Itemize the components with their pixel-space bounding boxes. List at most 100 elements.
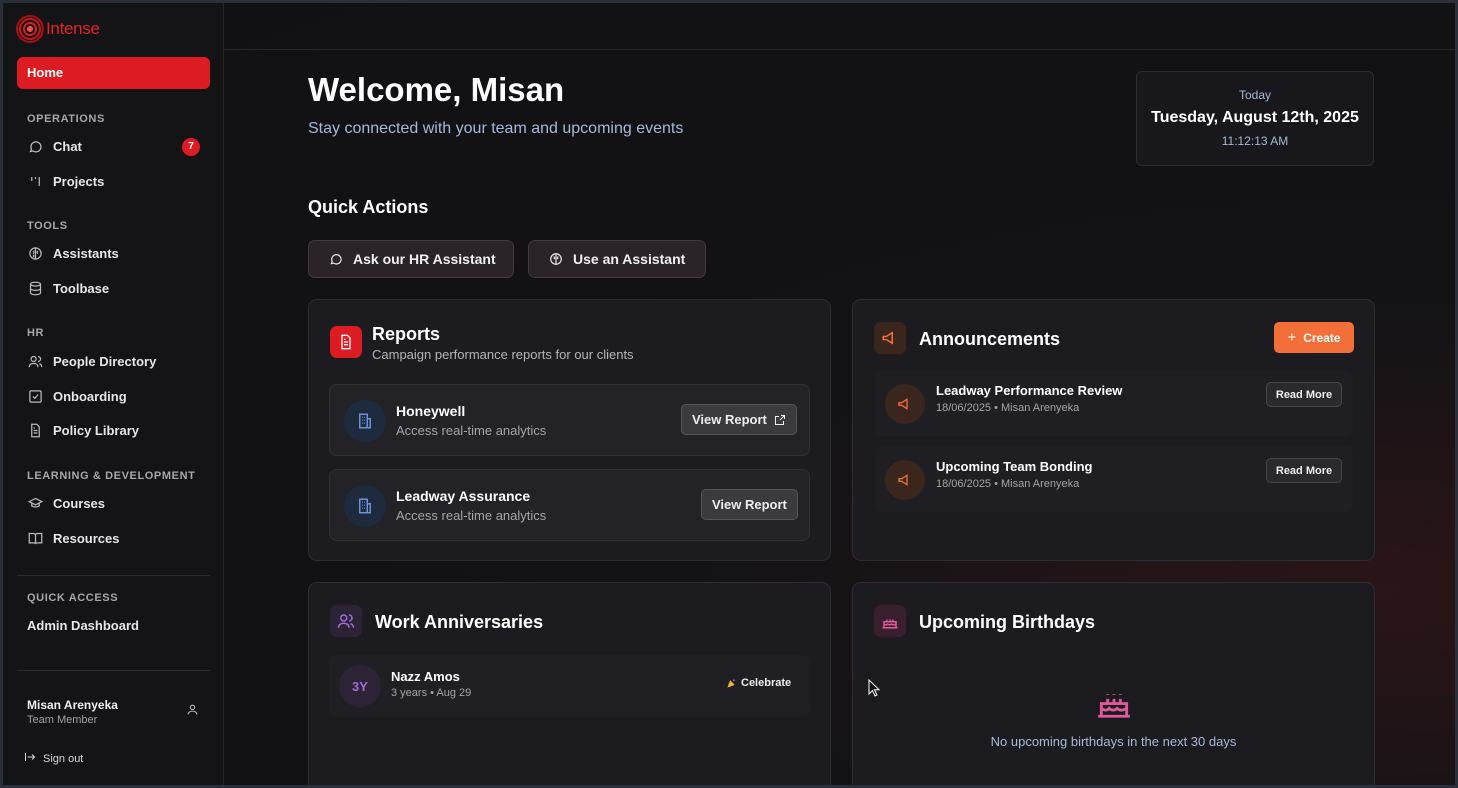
book-open-icon: [27, 530, 43, 546]
chat-unread-badge: 7: [182, 138, 200, 156]
mouse-cursor-icon: [868, 678, 881, 702]
report-client-desc: Access real-time analytics: [396, 423, 547, 438]
cake-icon: [1095, 683, 1133, 726]
button-label: Use an Assistant: [573, 251, 686, 267]
section-tools: TOOLS: [27, 220, 68, 232]
read-more-button[interactable]: Read More: [1266, 382, 1342, 407]
sidebar: Intense Home OPERATIONS Chat 7 Projects …: [3, 3, 224, 785]
report-client-desc: Access real-time analytics: [396, 508, 547, 523]
chat-bubble-icon: [27, 138, 43, 154]
sidebar-item-label: Projects: [53, 173, 105, 189]
users-icon: [330, 605, 362, 637]
report-item-leadway[interactable]: Leadway Assurance Access real-time analy…: [329, 469, 810, 541]
app-window: Intense Home OPERATIONS Chat 7 Projects …: [3, 3, 1455, 785]
megaphone-icon: [885, 460, 925, 500]
sidebar-item-onboarding[interactable]: Onboarding: [27, 385, 127, 407]
read-more-button[interactable]: Read More: [1266, 458, 1342, 483]
avatar: 3Y: [339, 665, 381, 707]
sidebar-item-chat[interactable]: Chat: [27, 135, 82, 157]
sidebar-divider: [17, 575, 210, 576]
today-date: Tuesday, August 12th, 2025: [1151, 109, 1359, 126]
megaphone-icon: [885, 384, 925, 424]
user-name: Misan Arenyeka: [27, 698, 118, 712]
today-date-card: Today Tuesday, August 12th, 2025 11:12:1…: [1136, 71, 1374, 166]
announcements-card: Announcements + Create Leadway Performan…: [852, 299, 1375, 561]
button-label: Ask our HR Assistant: [353, 251, 496, 267]
view-report-button[interactable]: View Report: [701, 489, 798, 520]
kanban-icon: [27, 173, 43, 189]
document-icon: [27, 422, 43, 438]
cake-icon: [874, 605, 906, 637]
user-profile-icon[interactable]: [186, 703, 199, 721]
ask-hr-assistant-button[interactable]: Ask our HR Assistant: [308, 240, 514, 278]
building-icon: [344, 485, 386, 527]
sidebar-item-label: Toolbase: [53, 280, 110, 296]
announcement-meta: 18/06/2025 • Misan Arenyeka: [936, 402, 1080, 414]
announcement-item[interactable]: Upcoming Team Bonding 18/06/2025 • Misan…: [875, 446, 1353, 512]
work-anniversaries-card: Work Anniversaries 3Y Nazz Amos 3 years …: [308, 582, 831, 785]
sidebar-item-assistants[interactable]: Assistants: [27, 242, 119, 264]
megaphone-icon: [874, 322, 906, 354]
reports-title: Reports: [372, 324, 441, 344]
quick-actions-title: Quick Actions: [308, 197, 429, 217]
anniversary-meta: 3 years • Aug 29: [391, 687, 472, 699]
sidebar-item-home[interactable]: Home: [17, 57, 210, 89]
page-subtitle: Stay connected with your team and upcomi…: [308, 120, 684, 137]
report-item-honeywell[interactable]: Honeywell Access real-time analytics Vie…: [329, 384, 810, 456]
section-quick-access: QUICK ACCESS: [27, 592, 119, 604]
brand-logo[interactable]: Intense: [16, 15, 100, 43]
sidebar-item-courses[interactable]: Courses: [27, 492, 105, 514]
sidebar-item-policy-library[interactable]: Policy Library: [27, 419, 139, 441]
view-report-button[interactable]: View Report: [681, 404, 797, 435]
top-bar: [224, 3, 1455, 50]
reports-card: Reports Campaign performance reports for…: [308, 299, 831, 561]
section-operations: OPERATIONS: [27, 113, 105, 125]
user-role: Team Member: [27, 714, 98, 726]
logo-icon: [16, 15, 44, 43]
today-label: Today: [1238, 88, 1272, 102]
sidebar-item-projects[interactable]: Projects: [27, 170, 104, 192]
announcement-title: Leadway Performance Review: [936, 383, 1123, 398]
section-learning: LEARNING & DEVELOPMENT: [27, 470, 196, 482]
log-out-icon: [24, 751, 36, 766]
sign-out-button[interactable]: Sign out: [24, 751, 83, 766]
anniversary-name: Nazz Amos: [391, 669, 460, 684]
report-document-icon: [330, 326, 362, 358]
graduation-cap-icon: [27, 495, 43, 511]
sidebar-item-people-directory[interactable]: People Directory: [27, 350, 156, 372]
button-label: Celebrate: [741, 677, 792, 689]
database-icon: [27, 280, 43, 296]
plus-icon: +: [1287, 329, 1297, 346]
users-icon: [27, 353, 43, 369]
sidebar-item-label: Onboarding: [53, 388, 127, 404]
sidebar-item-label: Assistants: [53, 245, 119, 261]
party-popper-icon: [726, 678, 737, 689]
button-label: View Report: [692, 412, 767, 427]
celebrate-button[interactable]: Celebrate: [726, 677, 791, 689]
brand-name: Intense: [46, 19, 100, 38]
sidebar-item-admin-dashboard[interactable]: Admin Dashboard: [27, 614, 139, 636]
sidebar-divider: [17, 670, 210, 671]
announcement-title: Upcoming Team Bonding: [936, 459, 1093, 474]
page-title: Welcome, Misan: [308, 71, 565, 108]
chat-bubble-icon: [329, 252, 343, 266]
use-assistant-button[interactable]: Use an Assistant: [528, 240, 706, 278]
anniversary-item[interactable]: 3Y Nazz Amos 3 years • Aug 29 Celebrate: [329, 655, 810, 717]
empty-state-text: No upcoming birthdays in the next 30 day…: [990, 734, 1237, 749]
sidebar-item-label: Policy Library: [53, 422, 139, 438]
create-announcement-button[interactable]: + Create: [1274, 322, 1354, 353]
button-label: Create: [1303, 330, 1341, 345]
today-time: 11:12:13 AM: [1221, 134, 1289, 148]
announcement-meta: 18/06/2025 • Misan Arenyeka: [936, 478, 1080, 490]
external-link-icon: [774, 414, 786, 426]
work-anniversaries-title: Work Anniversaries: [375, 612, 544, 632]
upcoming-birthdays-card: Upcoming Birthdays No upcoming birthdays…: [852, 582, 1375, 785]
announcement-item[interactable]: Leadway Performance Review 18/06/2025 • …: [875, 370, 1353, 436]
announcements-title: Announcements: [919, 329, 1061, 349]
sidebar-item-resources[interactable]: Resources: [27, 527, 119, 549]
reports-subtitle: Campaign performance reports for our cli…: [372, 347, 634, 362]
brain-icon: [27, 245, 43, 261]
section-hr: HR: [27, 327, 45, 339]
sidebar-item-toolbase[interactable]: Toolbase: [27, 277, 109, 299]
sidebar-item-label: People Directory: [53, 353, 157, 369]
